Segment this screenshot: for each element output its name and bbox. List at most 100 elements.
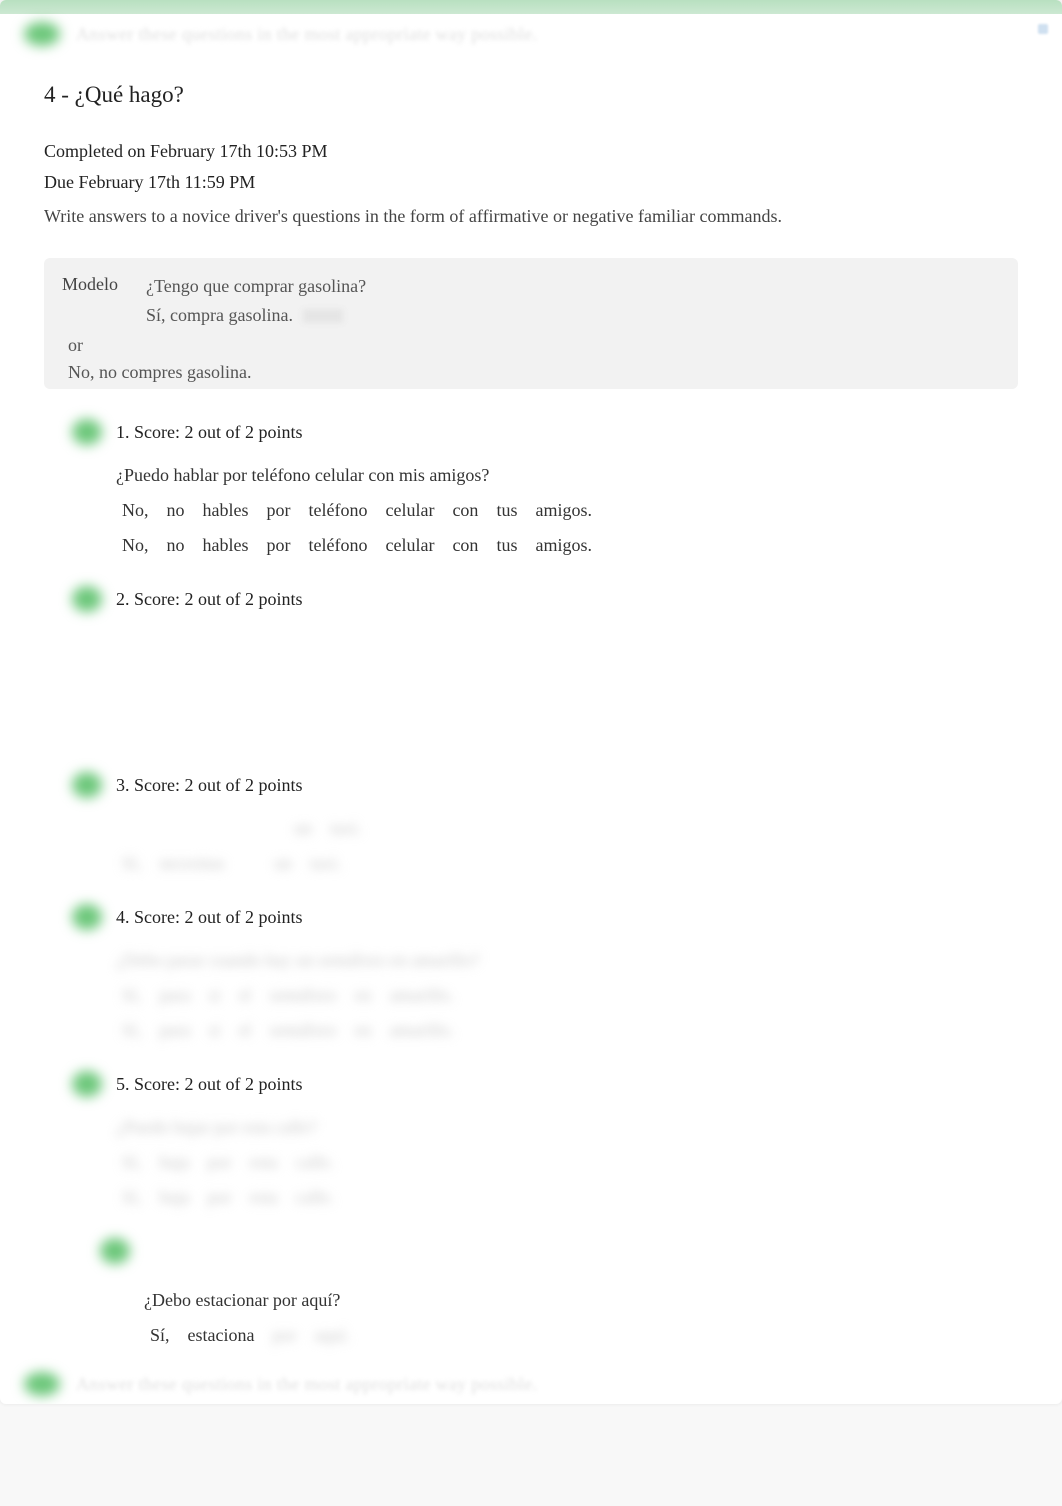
answer-word: celular [385,500,434,521]
question-score: 4. Score: 2 out of 2 points [116,907,303,928]
banner-text: Answer these questions in the most appro… [76,24,537,45]
answer-word: el [239,1020,252,1041]
answer-word [242,853,256,874]
answer-word: Sí, [122,1152,142,1173]
modelo-or: or [68,335,1000,356]
modelo-negative: No, no compres gasolina. [68,362,251,382]
banner-icon [24,22,60,46]
answer-word: taxi. [310,853,342,874]
question-prompt: ¿Puedo hablar por teléfono celular con m… [116,465,1018,486]
question-prompt: ¿Puedo bajar por esta calle? [116,1117,1018,1138]
answer-word: necesitas [160,853,225,874]
question-header: 4. Score: 2 out of 2 points [72,904,1018,930]
banner-icon [24,1372,60,1396]
answer-word: Sí, [122,1020,142,1041]
answer-word: baja [160,1152,190,1173]
answer-word: Sí, [122,1187,142,1208]
answer-word: tus [496,500,517,521]
correct-icon [72,586,102,612]
instructions: Write answers to a novice driver's quest… [44,201,1018,232]
modelo-label: Modelo [62,272,118,295]
answer-word: amarillo. [390,985,454,1006]
answer-line: Sí,bajaporestacalle. [122,1152,1018,1173]
answer-word: por [266,500,290,521]
answer-word: semáforo [270,985,337,1006]
answer-word: no [167,500,185,521]
blurred-fragment [303,309,343,323]
question-block: 5. Score: 2 out of 2 points ¿Puedo bajar … [44,1071,1018,1208]
modelo-question: ¿Tengo que comprar gasolina? [146,272,366,301]
bottom-banner: Answer these questions in the most appro… [0,1364,1062,1404]
modelo-affirmative: Sí, compra gasolina. [146,305,293,325]
question-header: 5. Score: 2 out of 2 points [72,1071,1018,1097]
answer-word: estaciona [188,1325,255,1346]
answer-word: Sí, [150,1325,170,1346]
answer-word: por [208,1152,232,1173]
top-accent-bar [0,0,1062,14]
banner-text: Answer these questions in the most appro… [76,1374,537,1395]
answer-word: hables [203,500,249,521]
question-prompt: ¿Debo parar cuando hay un semáforo en am… [116,950,1018,971]
completed-on: Completed on February 17th 10:53 PM [44,136,1018,167]
question-header: 1. Score: 2 out of 2 points [72,419,1018,445]
top-banner: Answer these questions in the most appro… [0,14,1062,54]
question-block: 2. Score: 2 out of 2 points [44,586,1018,742]
due-date: Due February 17th 11:59 PM [44,167,1018,198]
answer-word: en [355,1020,372,1041]
question-block: 3. Score: 2 out of 2 pointsuntaxi.Sí,nec… [44,772,1018,874]
answer-word: para [160,985,191,1006]
answer-word: esta [250,1187,278,1208]
question-score: 5. Score: 2 out of 2 points [116,1074,303,1095]
answer-word: no [167,535,185,556]
question-score: 1. Score: 2 out of 2 points [116,422,303,443]
answer-word: si [209,1020,221,1041]
answer-line: Sí, necesitas un taxi. [122,853,1018,874]
answer-word: amigos. [535,535,592,556]
answer-word: teléfono [308,500,367,521]
question-block: 1. Score: 2 out of 2 points ¿Puedo hablar… [44,419,1018,556]
page-title: 4 - ¿Qué hago? [44,82,1018,108]
final-prompt: ¿Debo estacionar por aquí? [144,1290,1018,1311]
modelo-box: Modelo ¿Tengo que comprar gasolina? Sí, … [44,258,1018,390]
answer-word: esta [250,1152,278,1173]
answer-word: calle. [295,1187,333,1208]
corner-badge [1038,24,1048,34]
activity-meta: Completed on February 17th 10:53 PM Due … [44,136,1018,232]
answer-word: semáforo [270,1020,337,1041]
question-header: 3. Score: 2 out of 2 points [72,772,1018,798]
answer-word: Sí, [122,985,142,1006]
final-answer-line: Sí, estaciona por aquí. [150,1325,1018,1346]
answer-word: con [452,500,478,521]
answer-word: un [274,853,292,874]
answer-word: por [208,1187,232,1208]
answer-line: Sí,parasielsemáforoenamarillo. [122,1020,1018,1041]
answer-word: Sí, [122,853,142,874]
answer-word: taxi. [330,818,362,839]
correct-icon [72,904,102,930]
answer-word: teléfono [308,535,367,556]
correct-icon [72,419,102,445]
answer-word-blurred: por [272,1325,296,1346]
answer-word: amigos. [535,500,592,521]
answer-word: para [160,1020,191,1041]
question-header: 2. Score: 2 out of 2 points [72,586,1018,612]
answer-line: untaxi. [294,818,1018,839]
answer-line: Sí, parasiel semáforo en amarillo. [122,985,1018,1006]
answer-word: el [239,985,252,1006]
correct-icon [72,1071,102,1097]
answer-word: con [452,535,478,556]
correct-icon [100,1238,130,1264]
answer-word: en [355,985,372,1006]
question-score: 2. Score: 2 out of 2 points [116,589,303,610]
answer-word: No, [122,535,149,556]
answer-word: baja [160,1187,190,1208]
answer-word: celular [385,535,434,556]
answer-word: si [209,985,221,1006]
answer-line: No, no hables por teléfono celular contus amigo… [122,500,1018,521]
final-question: ¿Debo estacionar por aquí? Sí, estaciona p… [28,1238,1062,1352]
answer-word: por [266,535,290,556]
answer-word-blurred: aquí. [314,1325,350,1346]
question-block: 4. Score: 2 out of 2 points ¿Debo parar c… [44,904,1018,1041]
question-score: 3. Score: 2 out of 2 points [116,775,303,796]
answer-word: No, [122,500,149,521]
